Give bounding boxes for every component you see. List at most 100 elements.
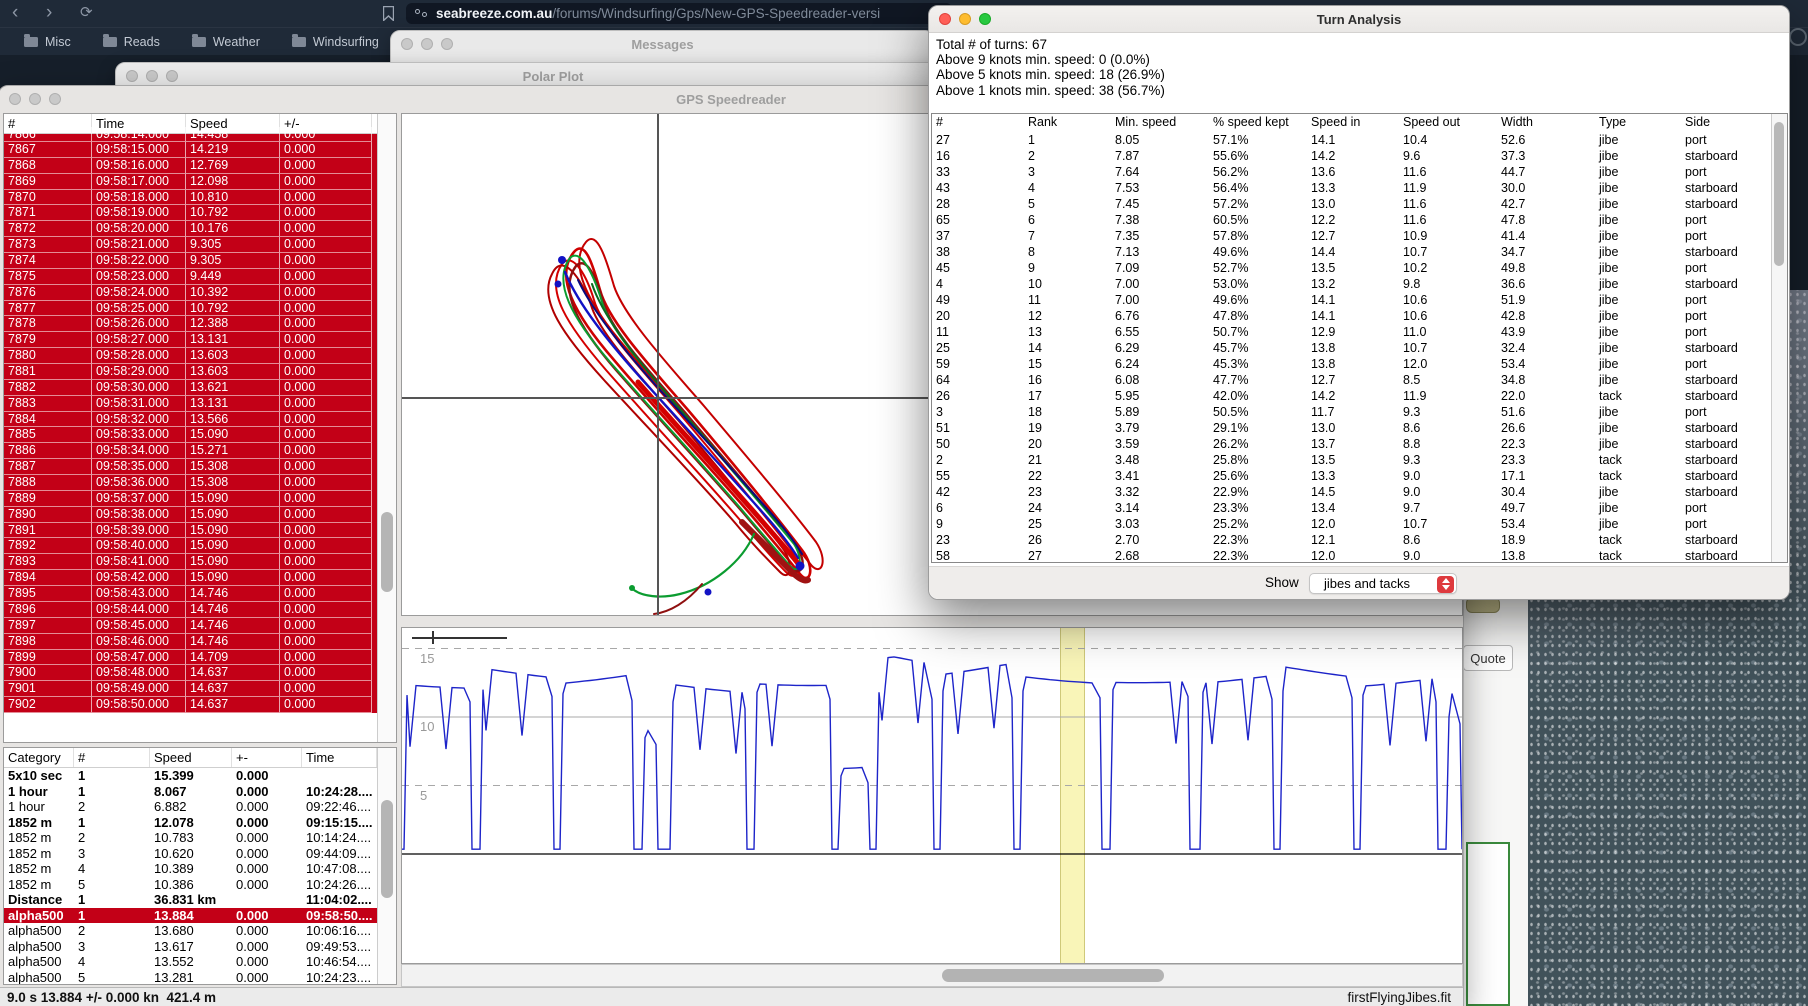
turn-table-scrollbar[interactable] [1771, 114, 1787, 562]
table-row[interactable]: 23262.7022.3%12.18.618.9tackstarboard [932, 532, 1787, 548]
table-row[interactable]: 787409:58:22.0009.3050.000 [4, 253, 396, 269]
table-row[interactable]: 786909:58:17.00012.0980.000 [4, 174, 396, 190]
table-row[interactable]: 4347.5356.4%13.311.930.0jibestarboard [932, 180, 1787, 196]
table-row[interactable]: 2718.0557.1%14.110.452.6jibeport [932, 132, 1787, 148]
table-row[interactable]: 790009:58:48.00014.6370.000 [4, 665, 396, 681]
table-row[interactable]: 3777.3557.8%12.710.941.4jibeport [932, 228, 1787, 244]
table-row[interactable]: 1852 m210.7830.00010:14:24.... [4, 830, 396, 846]
show-filter-select[interactable]: jibes and tacks [1309, 573, 1457, 594]
bookmark-item-reads[interactable]: Reads [103, 35, 160, 49]
table-row[interactable]: 1852 m310.6200.00009:44:09.... [4, 846, 396, 862]
table-row[interactable]: 788509:58:33.00015.0900.000 [4, 427, 396, 443]
table-row[interactable]: 1852 m112.0780.00009:15:15.... [4, 815, 396, 831]
table-row[interactable]: 788409:58:32.00013.5660.000 [4, 412, 396, 428]
bookmark-icon[interactable] [383, 6, 394, 26]
table-row[interactable]: 787309:58:21.0009.3050.000 [4, 237, 396, 253]
table-row[interactable]: 787009:58:18.00010.8100.000 [4, 190, 396, 206]
scrollbar-thumb[interactable] [381, 800, 393, 898]
bookmark-item-misc[interactable]: Misc [24, 35, 71, 49]
table-row[interactable]: 787809:58:26.00012.3880.000 [4, 316, 396, 332]
gps-data-scrollbar[interactable] [377, 114, 396, 742]
table-row[interactable]: 789309:58:41.00015.0900.000 [4, 554, 396, 570]
table-row[interactable]: 788909:58:37.00015.0900.000 [4, 491, 396, 507]
turn-titlebar[interactable]: Turn Analysis [929, 6, 1789, 33]
table-row[interactable]: alpha500113.8840.00009:58:50.... [4, 908, 396, 924]
table-row[interactable]: 787509:58:23.0009.4490.000 [4, 269, 396, 285]
table-row[interactable]: 789009:58:38.00015.0900.000 [4, 507, 396, 523]
scrollbar-thumb[interactable] [1774, 122, 1784, 266]
table-row[interactable]: 3185.8950.5%11.79.351.6jibeport [932, 404, 1787, 420]
table-row[interactable]: 2857.4557.2%13.011.642.7jibestarboard [932, 196, 1787, 212]
table-row[interactable]: 1627.8755.6%14.29.637.3jibestarboard [932, 148, 1787, 164]
table-row[interactable]: 787109:58:19.00010.7920.000 [4, 205, 396, 221]
scrollbar-thumb[interactable] [381, 512, 393, 592]
bookmark-item-weather[interactable]: Weather [192, 35, 260, 49]
table-row[interactable]: alpha500313.6170.00009:49:53.... [4, 939, 396, 955]
table-row[interactable]: 788009:58:28.00013.6030.000 [4, 348, 396, 364]
table-row[interactable]: 55223.4125.6%13.39.017.1tackstarboard [932, 468, 1787, 484]
table-row[interactable]: 789109:58:39.00015.0900.000 [4, 523, 396, 539]
table-row[interactable]: alpha500213.6800.00010:06:16.... [4, 923, 396, 939]
table-row[interactable]: 4597.0952.7%13.510.249.8jibeport [932, 260, 1787, 276]
table-row[interactable]: 788309:58:31.00013.1310.000 [4, 396, 396, 412]
table-row[interactable]: 788609:58:34.00015.2710.000 [4, 443, 396, 459]
site-settings-icon[interactable] [415, 9, 429, 18]
table-row[interactable]: 5x10 sec115.3990.000 [4, 768, 396, 784]
table-row[interactable]: 790209:58:50.00014.6370.000 [4, 697, 396, 713]
table-row[interactable]: 789209:58:40.00015.0900.000 [4, 538, 396, 554]
table-row[interactable]: 58272.6822.3%12.09.013.8tackstarboard [932, 548, 1787, 563]
bookmark-item-windsurfing[interactable]: Windsurfing [292, 35, 379, 49]
table-row[interactable]: 787609:58:24.00010.3920.000 [4, 285, 396, 301]
table-row[interactable]: 1852 m510.3860.00010:24:26.... [4, 877, 396, 893]
chart-zoom-slider-handle[interactable] [432, 631, 434, 644]
table-row[interactable]: 789809:58:46.00014.7460.000 [4, 634, 396, 650]
table-row[interactable]: 64166.0847.7%12.78.534.8jibestarboard [932, 372, 1787, 388]
table-row[interactable]: 6567.3860.5%12.211.647.8jibeport [932, 212, 1787, 228]
table-row[interactable]: 11136.5550.7%12.911.043.9jibeport [932, 324, 1787, 340]
table-row[interactable]: 786709:58:15.00014.2190.000 [4, 142, 396, 158]
table-row[interactable]: 3337.6456.2%13.611.644.7jibeport [932, 164, 1787, 180]
table-row[interactable]: 788809:58:36.00015.3080.000 [4, 475, 396, 491]
quote-button[interactable]: Quote [1463, 645, 1513, 671]
table-row[interactable]: 788109:58:29.00013.6030.000 [4, 364, 396, 380]
table-row[interactable]: 788209:58:30.00013.6210.000 [4, 380, 396, 396]
chart-horizontal-scrollbar[interactable] [401, 964, 1463, 987]
reload-icon[interactable]: ⟳ [80, 0, 93, 27]
table-row[interactable]: 59156.2445.3%13.812.053.4jibeport [932, 356, 1787, 372]
scrollbar-thumb[interactable] [942, 969, 1164, 982]
table-row[interactable]: 1852 m410.3890.00010:47:08.... [4, 861, 396, 877]
table-row[interactable]: 3887.1349.6%14.410.734.7jibestarboard [932, 244, 1787, 260]
url-bar[interactable]: seabreeze.com.au/forums/Windsurfing/Gps/… [406, 3, 952, 24]
table-row[interactable]: 20126.7647.8%14.110.642.8jibeport [932, 308, 1787, 324]
table-row[interactable]: 786809:58:16.00012.7690.000 [4, 158, 396, 174]
table-row[interactable]: 26175.9542.0%14.211.922.0tackstarboard [932, 388, 1787, 404]
table-row[interactable]: 9253.0325.2%12.010.753.4jibeport [932, 516, 1787, 532]
table-row[interactable]: 789609:58:44.00014.7460.000 [4, 602, 396, 618]
table-row[interactable]: 789909:58:47.00014.7090.000 [4, 650, 396, 666]
table-row[interactable]: 788709:58:35.00015.3080.000 [4, 459, 396, 475]
table-row[interactable]: Distance136.831 km11:04:02.... [4, 892, 396, 908]
table-row[interactable]: 49117.0049.6%14.110.651.9jibeport [932, 292, 1787, 308]
forward-icon[interactable]: › [46, 0, 52, 27]
back-icon[interactable]: ‹ [12, 0, 18, 27]
table-row[interactable]: 789509:58:43.00014.7460.000 [4, 586, 396, 602]
table-row[interactable]: 6243.1423.3%13.49.749.7jibeport [932, 500, 1787, 516]
gps-category-scrollbar[interactable] [377, 748, 396, 984]
table-row[interactable]: 51193.7929.1%13.08.626.6jibestarboard [932, 420, 1787, 436]
chart-zoom-slider[interactable] [412, 637, 507, 639]
table-row[interactable]: 787909:58:27.00013.1310.000 [4, 332, 396, 348]
table-row[interactable]: alpha500413.5520.00010:46:54.... [4, 954, 396, 970]
table-row[interactable]: 786609:58:14.00014.4580.000 [4, 134, 396, 142]
table-row[interactable]: 50203.5926.2%13.78.822.3jibestarboard [932, 436, 1787, 452]
table-row[interactable]: 787709:58:25.00010.7920.000 [4, 301, 396, 317]
table-row[interactable]: 1 hour18.0670.00010:24:28.... [4, 784, 396, 800]
table-row[interactable]: 2213.4825.8%13.59.323.3tackstarboard [932, 452, 1787, 468]
table-row[interactable]: 25146.2945.7%13.810.732.4jibestarboard [932, 340, 1787, 356]
table-row[interactable]: 789709:58:45.00014.7460.000 [4, 618, 396, 634]
table-row[interactable]: 787209:58:20.00010.1760.000 [4, 221, 396, 237]
table-row[interactable]: alpha500513.2810.00010:24:23.... [4, 970, 396, 986]
table-row[interactable]: 42233.3222.9%14.59.030.4jibestarboard [932, 484, 1787, 500]
table-row[interactable]: 1 hour26.8820.00009:22:46.... [4, 799, 396, 815]
table-row[interactable]: 4107.0053.0%13.29.836.6jibestarboard [932, 276, 1787, 292]
table-row[interactable]: 789409:58:42.00015.0900.000 [4, 570, 396, 586]
